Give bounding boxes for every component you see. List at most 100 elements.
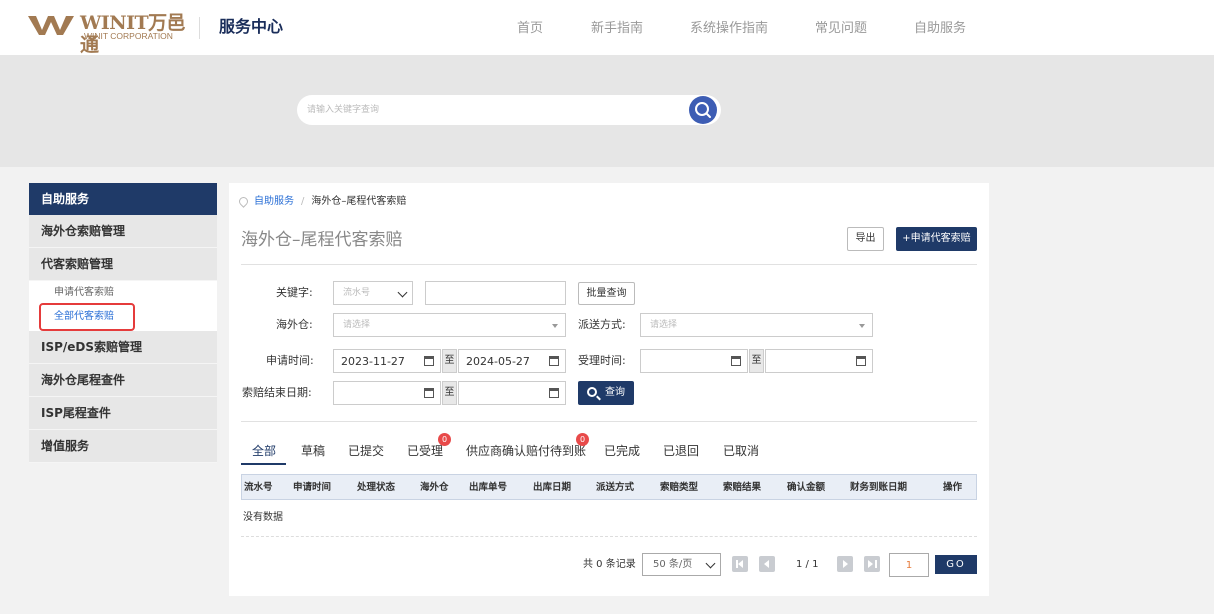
column-header[interactable]: 处理状态 <box>357 482 395 494</box>
tab-completed[interactable]: 已完成 <box>604 443 640 459</box>
divider <box>241 264 977 265</box>
breadcrumb-current: 海外仓–尾程代客索赔 <box>311 196 407 207</box>
page-info: 1 / 1 <box>796 559 819 570</box>
delivery-placeholder: 请选择 <box>650 320 678 330</box>
calendar-icon[interactable] <box>424 388 434 398</box>
last-page-icon <box>868 560 873 568</box>
breadcrumb-home[interactable]: 自助服务 <box>254 196 294 207</box>
apply-start-date[interactable]: 2023-11-27 <box>333 349 441 373</box>
claim-end-end-date[interactable] <box>458 381 566 405</box>
tab-accepted[interactable]: 已受理 <box>407 443 443 459</box>
warehouse-select[interactable]: 请选择 <box>333 313 566 337</box>
chevron-down-icon <box>397 287 408 298</box>
query-button[interactable]: 查询 <box>578 381 634 405</box>
keyword-type-value: 流水号 <box>343 288 371 298</box>
accept-end-date[interactable] <box>765 349 873 373</box>
prev-page-icon <box>764 560 769 568</box>
delivery-select[interactable]: 请选择 <box>640 313 873 337</box>
next-page-button[interactable] <box>837 556 853 572</box>
nav-home[interactable]: 首页 <box>517 20 543 38</box>
header: WINIT万邑通 WINIT CORPORATION 服务中心 首页 新手指南 … <box>0 0 1214 56</box>
claim-end-date-label: 索赔结束日期: <box>242 386 312 399</box>
column-header[interactable]: 海外仓 <box>420 482 449 494</box>
tab-draft[interactable]: 草稿 <box>301 443 325 459</box>
accept-range-to: 至 <box>749 349 764 373</box>
sidebar-item-isp-eds-claims[interactable]: ISP/eDS索赔管理 <box>29 331 217 364</box>
calendar-icon[interactable] <box>549 388 559 398</box>
active-tab-underline <box>241 463 286 465</box>
header-divider <box>199 17 200 39</box>
column-header[interactable]: 申请时间 <box>293 482 331 494</box>
column-header[interactable]: 派送方式 <box>596 482 634 494</box>
claim-end-range-to: 至 <box>442 381 457 405</box>
caret-down-icon <box>859 324 865 328</box>
sidebar-title[interactable]: 自助服务 <box>29 183 217 215</box>
sidebar-sub-apply-proxy-claim[interactable]: 申请代客索赔 <box>54 286 114 300</box>
sidebar-item-proxy-claims[interactable]: 代客索赔管理 <box>29 248 217 281</box>
sidebar-item-warehouse-tracking[interactable]: 海外仓尾程查件 <box>29 364 217 397</box>
column-header[interactable]: 索赔结果 <box>723 482 761 494</box>
nav-beginner-guide[interactable]: 新手指南 <box>591 20 643 38</box>
calendar-icon[interactable] <box>549 356 559 366</box>
main-panel: 自助服务 / 海外仓–尾程代客索赔 海外仓–尾程代客索赔 导出 +申请代客索赔 关键… <box>229 183 989 596</box>
apply-end-date[interactable]: 2024-05-27 <box>458 349 566 373</box>
export-button[interactable]: 导出 <box>847 227 884 251</box>
prev-page-button[interactable] <box>759 556 775 572</box>
calendar-icon[interactable] <box>856 356 866 366</box>
caret-down-icon <box>552 324 558 328</box>
search-icon <box>587 387 597 397</box>
page-size-value: 50 条/页 <box>653 559 693 570</box>
keyword-input[interactable] <box>425 281 566 305</box>
search-button[interactable] <box>689 96 717 124</box>
column-header[interactable]: 索赔类型 <box>660 482 698 494</box>
keyword-type-select[interactable]: 流水号 <box>333 281 413 305</box>
breadcrumb: 自助服务 / 海外仓–尾程代客索赔 <box>237 194 407 209</box>
nav-faq[interactable]: 常见问题 <box>815 20 867 38</box>
total-records: 共 0 条记录 <box>583 559 636 570</box>
last-page-button[interactable] <box>864 556 880 572</box>
accept-time-label: 受理时间: <box>578 354 626 367</box>
go-button[interactable]: GO <box>935 555 977 574</box>
supplier-confirmed-count-badge: 0 <box>576 433 589 446</box>
apply-time-label: 申请时间: <box>266 354 314 367</box>
search-box[interactable]: 请输入关键字查询 <box>297 95 721 125</box>
tab-returned[interactable]: 已退回 <box>663 443 699 459</box>
delivery-label: 派送方式: <box>578 318 626 331</box>
column-header[interactable]: 财务到账日期 <box>850 482 907 494</box>
claim-end-start-date[interactable] <box>333 381 441 405</box>
logo-corp: WINIT CORPORATION <box>84 31 173 41</box>
tab-cancelled[interactable]: 已取消 <box>723 443 759 459</box>
tab-supplier-confirmed[interactable]: 供应商确认赔付待到账 <box>466 443 586 459</box>
column-header[interactable]: 操作 <box>943 482 962 494</box>
tab-submitted[interactable]: 已提交 <box>348 443 384 459</box>
sidebar-item-value-added[interactable]: 增值服务 <box>29 430 217 463</box>
page-number-input[interactable]: 1 <box>889 553 929 577</box>
calendar-icon[interactable] <box>424 356 434 366</box>
calendar-icon[interactable] <box>731 356 741 366</box>
nav-system-guide[interactable]: 系统操作指南 <box>690 20 768 38</box>
accept-start-date[interactable] <box>640 349 748 373</box>
apply-range-to: 至 <box>442 349 457 373</box>
sidebar-sub-all-proxy-claims[interactable]: 全部代客索赔 <box>54 310 114 324</box>
tab-all[interactable]: 全部 <box>252 443 276 459</box>
first-page-button[interactable] <box>732 556 748 572</box>
accepted-count-badge: 0 <box>438 433 451 446</box>
search-input[interactable]: 请输入关键字查询 <box>307 104 379 116</box>
column-header[interactable]: 出库日期 <box>533 482 571 494</box>
column-header[interactable]: 出库单号 <box>469 482 507 494</box>
apply-proxy-claim-button[interactable]: +申请代客索赔 <box>896 227 977 251</box>
column-header[interactable]: 确认金额 <box>787 482 825 494</box>
empty-table-message: 没有数据 <box>243 512 283 523</box>
page-number-value: 1 <box>905 560 913 571</box>
divider <box>241 421 977 422</box>
query-button-label: 查询 <box>605 387 625 398</box>
winit-logo[interactable]: WINIT万邑通 WINIT CORPORATION <box>28 12 188 56</box>
nav-self-service[interactable]: 自助服务 <box>914 20 966 38</box>
column-header[interactable]: 流水号 <box>244 482 273 494</box>
sidebar-item-warehouse-claims[interactable]: 海外仓索赔管理 <box>29 215 217 248</box>
sidebar-item-isp-tracking[interactable]: ISP尾程查件 <box>29 397 217 430</box>
page-size-select[interactable]: 50 条/页 <box>642 553 721 576</box>
batch-query-button[interactable]: 批量查询 <box>578 282 635 305</box>
location-pin-icon <box>237 194 250 208</box>
logo-w-mark-icon <box>28 16 74 35</box>
